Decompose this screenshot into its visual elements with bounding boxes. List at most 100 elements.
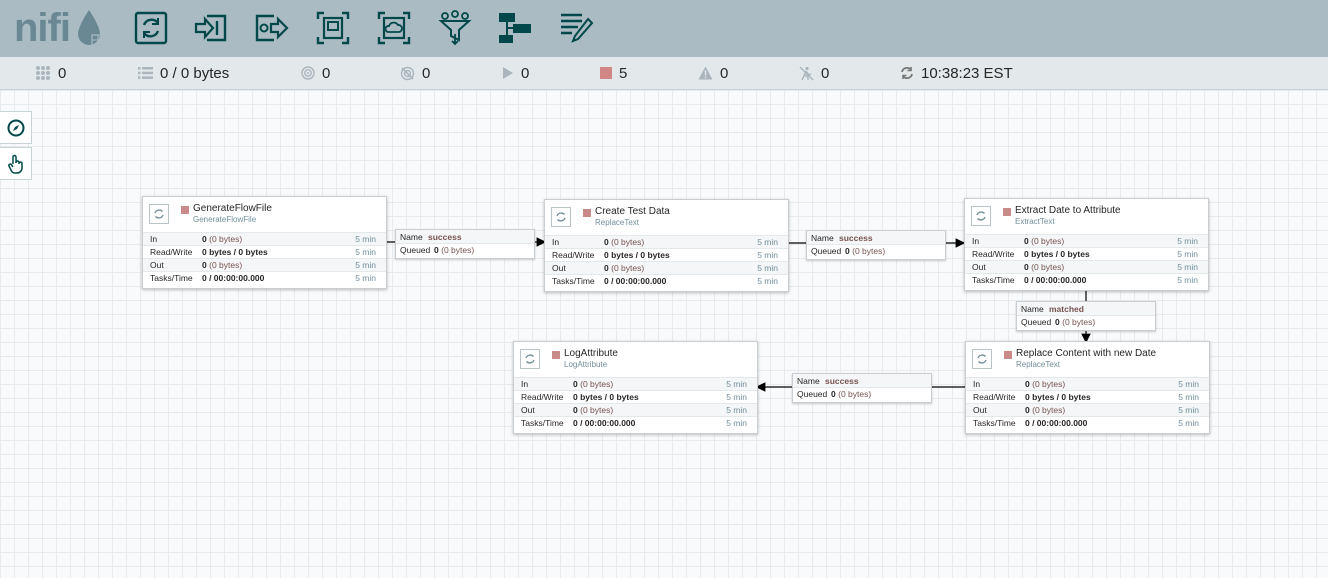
stat-row-tasks-time: Tasks/Time 0 / 00:00:00.000 5 min bbox=[965, 273, 1208, 286]
relationship-name: success bbox=[839, 233, 873, 243]
queued-value: 0 (0 bytes) bbox=[434, 245, 475, 255]
queued-value: 0 / 0 bytes bbox=[160, 64, 230, 82]
logo-drop-icon bbox=[78, 10, 105, 46]
warning-icon bbox=[698, 66, 713, 80]
stat-row-in: In 0 (0 bytes) 5 min bbox=[965, 234, 1208, 247]
stat-row-read-write: Read/Write 0 bytes / 0 bytes 5 min bbox=[143, 245, 386, 258]
transmitting-stat: 0 bbox=[301, 57, 330, 89]
active-threads-value: 0 bbox=[58, 64, 67, 82]
stopped-status-icon bbox=[583, 209, 591, 217]
stopped-status-icon bbox=[552, 351, 560, 359]
list-icon bbox=[138, 67, 153, 79]
remote-process-group-icon bbox=[377, 11, 411, 45]
processor-type: ExtractText bbox=[1015, 217, 1055, 226]
invalid-stat: 0 bbox=[698, 57, 728, 89]
not-transmitting-icon bbox=[400, 66, 415, 80]
processor-name: LogAttribute bbox=[564, 348, 618, 359]
add-processor-button[interactable] bbox=[133, 10, 169, 46]
flow-status-bar: 0 0 / 0 bytes 0 0 0 5 0 0 10:38:23 EST bbox=[0, 57, 1328, 90]
processor-name: Replace Content with new Date bbox=[1016, 348, 1157, 359]
logo-text: nifi bbox=[14, 6, 71, 50]
running-stat: 0 bbox=[502, 57, 529, 89]
stat-row-read-write: Read/Write 0 bytes / 0 bytes 5 min bbox=[545, 248, 788, 261]
add-process-group-button[interactable] bbox=[315, 10, 351, 46]
processor-replace-content-with-new-date[interactable]: Replace Content with new Date ReplaceTex… bbox=[965, 341, 1210, 434]
stat-row-read-write: Read/Write 0 bytes / 0 bytes 5 min bbox=[514, 390, 757, 403]
process-group-icon bbox=[316, 11, 350, 45]
queued-value: 0 (0 bytes) bbox=[845, 246, 886, 256]
stat-row-out: Out 0 (0 bytes) 5 min bbox=[514, 403, 757, 416]
processor-icon bbox=[134, 11, 168, 45]
stat-row-in: In 0 (0 bytes) 5 min bbox=[966, 377, 1209, 390]
connection-label-success-2[interactable]: Name success Queued 0 (0 bytes) bbox=[806, 230, 946, 260]
processor-type-icon bbox=[149, 204, 169, 224]
navigate-button[interactable] bbox=[0, 111, 32, 144]
relationship-name: matched bbox=[1049, 304, 1084, 314]
stat-row-out: Out 0 (0 bytes) 5 min bbox=[965, 260, 1208, 273]
processor-name: Extract Date to Attribute bbox=[1015, 205, 1121, 216]
processor-header: GenerateFlowFile GenerateFlowFile bbox=[143, 197, 386, 231]
threads-icon bbox=[36, 66, 50, 80]
processor-extract-date-to-attribute[interactable]: Extract Date to Attribute ExtractText In… bbox=[964, 198, 1209, 291]
processor-type-icon bbox=[972, 349, 992, 369]
stat-row-tasks-time: Tasks/Time 0 / 00:00:00.000 5 min bbox=[966, 416, 1209, 429]
stopped-stat: 5 bbox=[600, 57, 627, 89]
processor-type: GenerateFlowFile bbox=[193, 215, 257, 224]
stat-row-read-write: Read/Write 0 bytes / 0 bytes 5 min bbox=[965, 247, 1208, 260]
queued-stat: 0 / 0 bytes bbox=[138, 57, 229, 89]
stopped-status-icon bbox=[1003, 208, 1011, 216]
disabled-icon bbox=[799, 66, 814, 80]
stopped-value: 5 bbox=[619, 64, 628, 82]
template-icon bbox=[499, 13, 531, 43]
add-template-button[interactable] bbox=[497, 10, 533, 46]
processor-name: Create Test Data bbox=[595, 206, 670, 217]
flow-canvas[interactable] bbox=[0, 90, 1328, 578]
stat-row-tasks-time: Tasks/Time 0 / 00:00:00.000 5 min bbox=[545, 274, 788, 287]
connection-label-success-1[interactable]: Name success Queued 0 (0 bytes) bbox=[395, 229, 535, 259]
processor-logattribute[interactable]: LogAttribute LogAttribute In 0 (0 bytes)… bbox=[513, 341, 758, 434]
processor-create-test-data[interactable]: Create Test Data ReplaceText In 0 (0 byt… bbox=[544, 199, 789, 292]
processor-type-icon bbox=[971, 206, 991, 226]
add-output-port-button[interactable] bbox=[254, 10, 290, 46]
disabled-value: 0 bbox=[821, 64, 830, 82]
add-funnel-button[interactable] bbox=[437, 10, 473, 46]
transmitting-icon bbox=[301, 66, 315, 80]
relationship-name: success bbox=[428, 232, 462, 242]
compass-icon bbox=[7, 119, 24, 136]
stat-row-tasks-time: Tasks/Time 0 / 00:00:00.000 5 min bbox=[143, 271, 386, 284]
processor-header: LogAttribute LogAttribute bbox=[514, 342, 757, 376]
processor-type: ReplaceText bbox=[595, 218, 640, 227]
running-value: 0 bbox=[521, 64, 530, 82]
not-transmitting-value: 0 bbox=[422, 64, 431, 82]
processor-header: Extract Date to Attribute ExtractText bbox=[965, 199, 1208, 233]
queued-value: 0 (0 bytes) bbox=[1055, 317, 1096, 327]
pointer-hand-icon bbox=[7, 154, 23, 174]
connection-label-success-3[interactable]: Name success Queued 0 (0 bytes) bbox=[792, 373, 932, 403]
connection-label-matched[interactable]: Name matched Queued 0 (0 bytes) bbox=[1016, 301, 1156, 331]
stat-row-tasks-time: Tasks/Time 0 / 00:00:00.000 5 min bbox=[514, 416, 757, 429]
stat-row-out: Out 0 (0 bytes) 5 min bbox=[545, 261, 788, 274]
stat-row-out: Out 0 (0 bytes) 5 min bbox=[966, 403, 1209, 416]
stop-icon bbox=[600, 67, 612, 79]
output-port-icon bbox=[255, 14, 289, 42]
add-remote-process-group-button[interactable] bbox=[376, 10, 412, 46]
refresh-stat[interactable]: 10:38:23 EST bbox=[900, 57, 1013, 89]
invalid-value: 0 bbox=[720, 64, 729, 82]
toolbar: nifi bbox=[0, 0, 1328, 58]
stopped-status-icon bbox=[181, 206, 189, 214]
processor-generateflowfile[interactable]: GenerateFlowFile GenerateFlowFile In 0 (… bbox=[142, 196, 387, 289]
stat-row-in: In 0 (0 bytes) 5 min bbox=[545, 235, 788, 248]
refresh-icon[interactable] bbox=[900, 66, 914, 80]
nifi-logo: nifi bbox=[14, 6, 106, 50]
processor-header: Create Test Data ReplaceText bbox=[545, 200, 788, 234]
funnel-icon bbox=[438, 10, 472, 46]
input-port-icon bbox=[194, 14, 227, 42]
add-input-port-button[interactable] bbox=[193, 10, 229, 46]
operate-button[interactable] bbox=[0, 147, 32, 180]
add-label-button[interactable] bbox=[558, 10, 594, 46]
disabled-stat: 0 bbox=[799, 57, 829, 89]
stopped-status-icon bbox=[1004, 351, 1012, 359]
relationship-name: success bbox=[825, 376, 859, 386]
last-refreshed-value: 10:38:23 EST bbox=[921, 64, 1013, 82]
queued-value: 0 (0 bytes) bbox=[831, 389, 872, 399]
